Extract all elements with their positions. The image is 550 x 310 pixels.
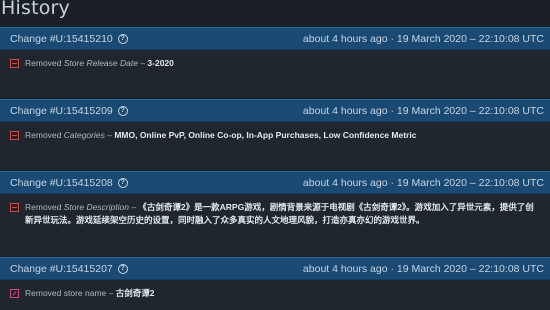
change-id-label[interactable]: Change #U:15415208 (10, 177, 113, 189)
change-timestamp: about 4 hours ago · 19 March 2020 – 22:1… (302, 262, 544, 275)
change-action: Removed (25, 58, 62, 68)
change-body: Removed Store Description – 《古剑奇谭2》是一款AR… (0, 194, 550, 256)
change-header: Change #U:15415210 ? about 4 hours ago ·… (0, 27, 550, 50)
change-separator: – (128, 202, 139, 212)
change-card: Change #U:15415207 ? about 4 hours ago ·… (0, 257, 550, 310)
change-entry: Removed store name – 古剑奇谭2 (10, 287, 542, 300)
change-body: Removed Categories – MMO, Online PvP, On… (0, 122, 550, 170)
change-entry: Removed Store Description – 《古剑奇谭2》是一款AR… (10, 201, 542, 227)
change-entry: Removed Categories – MMO, Online PvP, On… (10, 129, 542, 142)
change-header: Change #U:15415209 ? about 4 hours ago ·… (0, 99, 550, 122)
change-card: Change #U:15415209 ? about 4 hours ago ·… (0, 99, 550, 170)
change-id[interactable]: Change #U:15415208 ? (10, 177, 128, 189)
question-circle-icon[interactable]: ? (117, 105, 128, 116)
change-body: Removed store name – 古剑奇谭2 (0, 280, 550, 310)
question-circle-icon[interactable]: ? (117, 33, 128, 44)
change-separator: – (106, 288, 116, 298)
change-timestamp: about 4 hours ago · 19 March 2020 – 22:1… (302, 176, 544, 189)
change-value: 古剑奇谭2 (115, 288, 155, 298)
change-id-label[interactable]: Change #U:15415210 (10, 33, 113, 45)
change-field: Store Release Date (63, 58, 138, 68)
minus-square-icon (10, 131, 19, 140)
change-entry: Removed Store Release Date – 3-2020 (10, 57, 542, 70)
change-id-label[interactable]: Change #U:15415207 (10, 263, 113, 275)
change-timestamp: about 4 hours ago · 19 March 2020 – 22:1… (302, 32, 544, 45)
change-entry-text: Removed Categories – MMO, Online PvP, On… (25, 129, 542, 142)
change-separator: – (104, 130, 115, 140)
change-value: 3-2020 (147, 58, 174, 68)
change-id[interactable]: Change #U:15415209 ? (10, 105, 128, 117)
change-id[interactable]: Change #U:15415210 ? (10, 33, 128, 45)
change-action: Removed (25, 202, 62, 212)
question-circle-icon[interactable]: ? (117, 263, 128, 274)
change-field: Store Description (63, 202, 129, 212)
page-title: History (1, 0, 70, 19)
minus-square-icon (10, 59, 19, 68)
change-header: Change #U:15415207 ? about 4 hours ago ·… (0, 257, 550, 280)
change-id[interactable]: Change #U:15415207 ? (10, 263, 128, 275)
change-id-label[interactable]: Change #U:15415209 (10, 105, 113, 117)
question-circle-icon[interactable]: ? (117, 177, 128, 188)
change-body: Removed Store Release Date – 3-2020 (0, 50, 550, 97)
change-timestamp: about 4 hours ago · 19 March 2020 – 22:1… (302, 104, 544, 117)
minus-square-icon (10, 203, 19, 212)
change-entry-text: Removed Store Release Date – 3-2020 (25, 57, 542, 70)
change-action: Removed store name (25, 288, 107, 298)
change-header: Change #U:15415208 ? about 4 hours ago ·… (0, 171, 550, 194)
pen-square-icon (10, 289, 19, 298)
change-card: Change #U:15415210 ? about 4 hours ago ·… (0, 27, 550, 97)
change-entry-text: Removed store name – 古剑奇谭2 (25, 287, 542, 300)
change-value: MMO, Online PvP, Online Co-op, In-App Pu… (114, 130, 417, 140)
change-action: Removed (25, 130, 62, 140)
change-field: Categories (63, 130, 105, 140)
change-separator: – (137, 58, 148, 68)
change-card: Change #U:15415208 ? about 4 hours ago ·… (0, 171, 550, 256)
change-entry-text: Removed Store Description – 《古剑奇谭2》是一款AR… (25, 201, 542, 227)
